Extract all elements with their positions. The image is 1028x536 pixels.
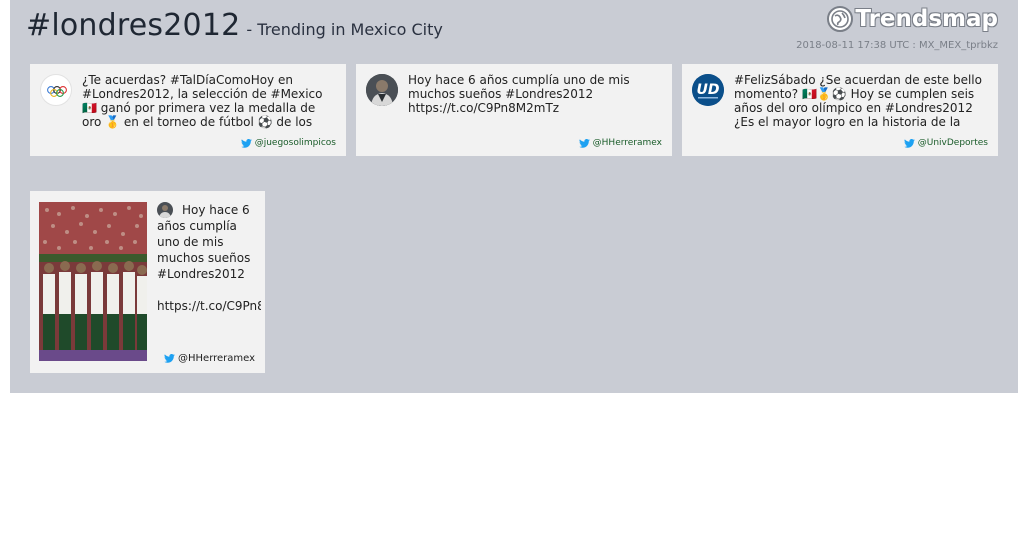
brand-name: Trendsmap <box>855 6 998 32</box>
twitter-bird-icon <box>903 138 915 148</box>
tweet-text: Hoy hace 6 años cumplía uno de mis mucho… <box>408 73 630 115</box>
tweet-card[interactable]: ¿Te acuerdas? #TalDíaComoHoy en #Londres… <box>30 64 346 156</box>
ud-logo-icon[interactable]: UD <box>692 74 724 106</box>
timestamp-label: 2018-08-11 17:38 UTC : MX_MEX_tprbkz <box>796 40 998 51</box>
tweet-text: ¿Te acuerdas? #TalDíaComoHoy en #Londres… <box>82 73 323 129</box>
tweet-text: #FelizSábado ¿Se acuerdan de este bello … <box>734 73 982 129</box>
tweet-handle[interactable]: @UnivDeportes <box>903 138 988 148</box>
twitter-bird-icon <box>164 354 175 363</box>
globe-icon <box>827 6 854 32</box>
olympic-rings-icon[interactable] <box>40 74 72 106</box>
twitter-bird-icon <box>240 138 252 148</box>
page-header: #londres2012 - Trending in Mexico City <box>26 8 443 43</box>
tweet-handle[interactable]: @juegosolimpicos <box>240 138 336 148</box>
svg-text:UD: UD <box>697 82 720 98</box>
tweet-text: Hoy hace 6 años cumplía uno de mis mucho… <box>157 203 261 313</box>
tweet-handle-label: @juegosolimpicos <box>254 138 336 148</box>
media-tweet-card[interactable]: Hoy hace 6 años cumplía uno de mis mucho… <box>30 191 265 373</box>
tweet-handle[interactable]: @HHerreramex <box>578 138 662 148</box>
tweet-handle-label: @UnivDeportes <box>917 138 988 148</box>
tweet-card[interactable]: Hoy hace 6 años cumplía uno de mis mucho… <box>356 64 672 156</box>
tweet-handle-label: @HHerreramex <box>178 353 256 364</box>
twitter-bird-icon <box>578 138 590 148</box>
tweet-handle-label: @HHerreramex <box>592 138 662 148</box>
tweet-card[interactable]: UD #FelizSábado ¿Se acuerdan de este bel… <box>682 64 998 156</box>
tweet-handle[interactable]: @HHerreramex <box>164 353 255 364</box>
page-title[interactable]: #londres2012 <box>26 8 240 43</box>
profile-avatar[interactable] <box>366 74 398 106</box>
trendsmap-logo[interactable]: Trendsmap <box>827 6 998 32</box>
page-subtitle: - Trending in Mexico City <box>246 20 443 39</box>
tweet-photo[interactable] <box>39 202 147 361</box>
